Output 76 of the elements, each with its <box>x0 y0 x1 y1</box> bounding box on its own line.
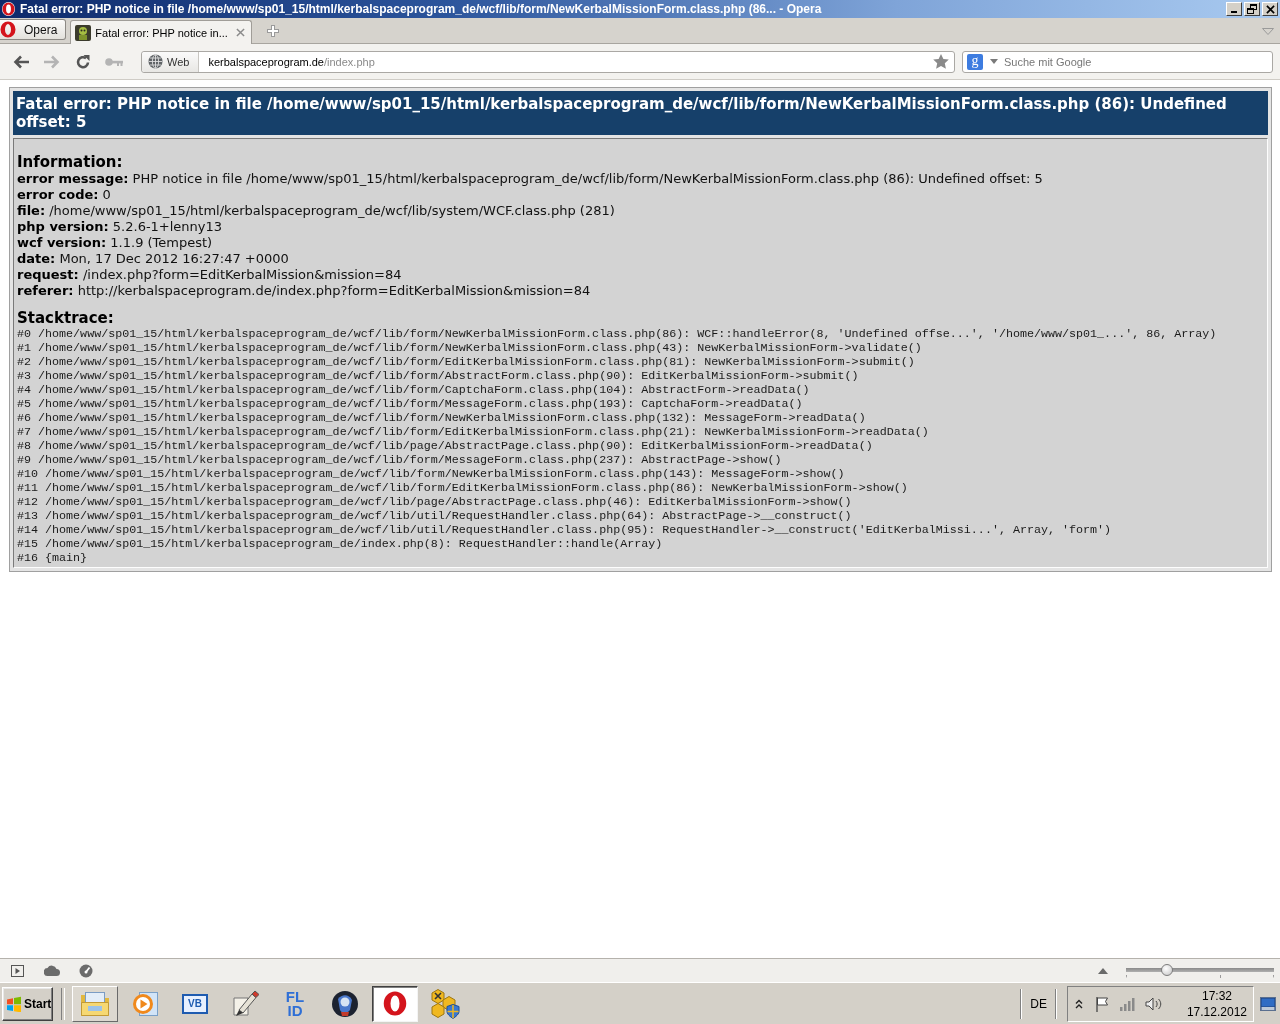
info-line: request: /index.php?form=EditKerbalMission&mission=84 <box>17 267 403 283</box>
triangle-up-icon[interactable] <box>1098 967 1108 974</box>
stacktrace-line: #16 {main} <box>17 551 89 565</box>
window-title: Fatal error: PHP notice in file /home/www/sp01_15/html/kerbalspaceprogram_de/wcf/lib/form/NewKerbalMissionForm.class.php (86... - Opera <box>20 2 823 16</box>
caret-down-icon[interactable] <box>990 59 998 64</box>
info-line: php version: 5.2.6-1+lenny13 <box>17 219 224 235</box>
restore-icon <box>1247 4 1257 14</box>
info-line: error code: 0 <box>17 187 112 203</box>
monitor-icon[interactable] <box>1260 996 1276 1011</box>
taskbar-button[interactable]: VB <box>172 985 218 1022</box>
speedometer-icon[interactable] <box>79 963 93 978</box>
stacktrace-line: #11 /home/www/sp01_15/html/kerbalspaceprogram_de/wcf/lib/form/EditKerbalMissionForm.class.php(86): NewKerbalMissionForm->show() <box>17 481 909 495</box>
bookmark-star-icon[interactable] <box>933 54 949 69</box>
error-title: Fatal error: PHP notice in file /home/www/sp01_15/html/kerbalspaceprogram_de/wcf/lib/form/NewKerbalMissionForm.class.php (86): Undefined offset: 5 <box>13 91 1268 135</box>
right-arrow-icon <box>43 54 60 69</box>
stacktrace-line: #4 /home/www/sp01_15/html/kerbalspaceprogram_de/wcf/lib/form/CaptchaForm.class.php(104): AbstractForm->readData() <box>17 383 811 397</box>
browser-tab[interactable]: Fatal error: PHP notice in... <box>70 20 252 44</box>
url-text[interactable]: kerbalspaceprogram.de/index.php <box>208 55 375 68</box>
speaker-icon[interactable] <box>1144 996 1163 1011</box>
stacktrace-line: #7 /home/www/sp01_15/html/kerbalspaceprogram_de/wcf/lib/form/EditKerbalMissionForm.class.php(21): NewKerbalMissionForm->readData() <box>17 425 930 439</box>
emblem-icon <box>331 989 359 1018</box>
section-heading: Information: <box>17 153 124 171</box>
windows-flag-icon <box>6 995 22 1012</box>
zoom-slider-thumb[interactable] <box>1161 963 1174 976</box>
reload-icon <box>74 53 91 70</box>
chevron-up-icon[interactable] <box>1074 998 1083 1009</box>
stacktrace-line: #13 /home/www/sp01_15/html/kerbalspaceprogram_de/wcf/lib/util/RequestHandler.class.php(64): AbstractPage->__construct() <box>17 509 853 523</box>
cloud-icon[interactable] <box>44 965 60 976</box>
stacktrace-line: #3 /home/www/sp01_15/html/kerbalspaceprogram_de/wcf/lib/form/AbstractForm.class.php(90): EditKerbalMissionForm->submit() <box>17 369 860 383</box>
stacktrace-line: #5 /home/www/sp01_15/html/kerbalspaceprogram_de/wcf/lib/form/MessageForm.class.php(193): CaptchaForm->readData() <box>17 397 804 411</box>
globe-icon <box>148 54 163 69</box>
info-line: wcf version: 1.1.9 (Tempest) <box>17 235 214 251</box>
hexagon-shield-icon <box>429 987 461 1020</box>
flag-icon[interactable] <box>1094 995 1109 1012</box>
search-engine-logo[interactable]: g <box>967 53 983 70</box>
stacktrace-line: #0 /home/www/sp01_15/html/kerbalspaceprogram_de/wcf/lib/form/NewKerbalMissionForm.class.php(86): WCF::handleError(8, 'Undefined offse...', '/home/www/sp01_...', 86, Array) <box>17 327 1218 341</box>
search-field[interactable]: g Suche mit Google <box>962 50 1273 73</box>
folder-icon <box>79 989 111 1018</box>
opera-logo-icon <box>0 21 16 38</box>
triangle-down-icon <box>1262 28 1274 35</box>
stacktrace-line: #8 /home/www/sp01_15/html/kerbalspaceprogram_de/wcf/lib/page/AbstractPage.class.php(90): EditKerbalMissionForm->readData() <box>17 439 874 453</box>
opera-logo-icon <box>2 2 15 16</box>
stacktrace-line: #12 /home/www/sp01_15/html/kerbalspaceprogram_de/wcf/lib/page/AbstractPage.class.php(46): EditKerbalMissionForm->show() <box>17 495 853 509</box>
minimize-button[interactable] <box>1226 2 1242 16</box>
close-icon[interactable] <box>235 28 245 37</box>
key-icon <box>104 57 123 66</box>
opera-menu-button[interactable]: Opera <box>0 19 67 40</box>
info-line: referer: http://kerbalspaceprogram.de/index.php?form=EditKerbalMission&mission=84 <box>17 283 592 299</box>
stacktrace-line: #1 /home/www/sp01_15/html/kerbalspaceprogram_de/wcf/lib/form/NewKerbalMissionForm.class.php(43): NewKerbalMissionForm->validate() <box>17 341 923 355</box>
language-indicator[interactable]: DE <box>1030 996 1047 1011</box>
close-icon <box>1265 4 1275 14</box>
stacktrace-line: #15 /home/www/sp01_15/html/kerbalspaceprogram_de/index.php(8): RequestHandler::handle(Array) <box>17 537 664 551</box>
site-info-button[interactable]: Web <box>142 51 200 72</box>
stacktrace-line: #10 /home/www/sp01_15/html/kerbalspaceprogram_de/wcf/lib/form/NewKerbalMissionForm.class.php(143): MessageForm->show() <box>17 467 846 481</box>
site-favicon-icon <box>75 24 92 41</box>
taskbar-button[interactable] <box>372 985 418 1022</box>
minimize-icon <box>1231 11 1237 13</box>
left-arrow-icon <box>12 54 29 69</box>
stacktrace-line: #9 /home/www/sp01_15/html/kerbalspaceprogram_de/wcf/lib/form/MessageForm.class.php(237): AbstractPage->show() <box>17 453 783 467</box>
info-line: date: Mon, 17 Dec 2012 16:27:47 +0000 <box>17 251 290 267</box>
stacktrace-line: #14 /home/www/sp01_15/html/kerbalspaceprogram_de/wcf/lib/util/RequestHandler.class.php(95): RequestHandler->__construct('EditKerbalMissi...', Array, 'form') <box>17 523 1113 537</box>
stacktrace-line: #6 /home/www/sp01_15/html/kerbalspaceprogram_de/wcf/lib/form/NewKerbalMissionForm.class.php(132): MessageForm->readData() <box>17 411 867 425</box>
clock-date[interactable]: 17.12.2012 <box>1186 1003 1247 1020</box>
info-line: error message: PHP notice in file /home/www/sp01_15/html/kerbalspaceprogram_de/wcf/lib/form/NewKerbalMissionForm.class.php (86): Undefined offset: 5 <box>17 171 1044 187</box>
stacktrace-line: #2 /home/www/sp01_15/html/kerbalspaceprogram_de/wcf/lib/form/EditKerbalMissionForm.class.php(81): NewKerbalMissionForm->submit() <box>17 355 916 369</box>
section-heading: Stacktrace: <box>17 309 115 327</box>
restore-button[interactable] <box>1244 2 1260 16</box>
info-line: file: /home/www/sp01_15/html/kerbalspaceprogram_de/wcf/lib/system/WCF.class.php (281) <box>17 203 616 219</box>
pencil-icon <box>231 989 259 1018</box>
address-field[interactable]: Web kerbalspaceprogram.de/index.php <box>141 50 955 73</box>
clock-time[interactable]: 17:32 <box>1201 987 1232 1004</box>
plus-icon <box>265 24 280 38</box>
play-circle-icon <box>131 989 159 1018</box>
close-button[interactable] <box>1262 2 1278 16</box>
opera-logo-icon <box>383 990 407 1017</box>
start-button[interactable]: Start <box>2 986 53 1021</box>
